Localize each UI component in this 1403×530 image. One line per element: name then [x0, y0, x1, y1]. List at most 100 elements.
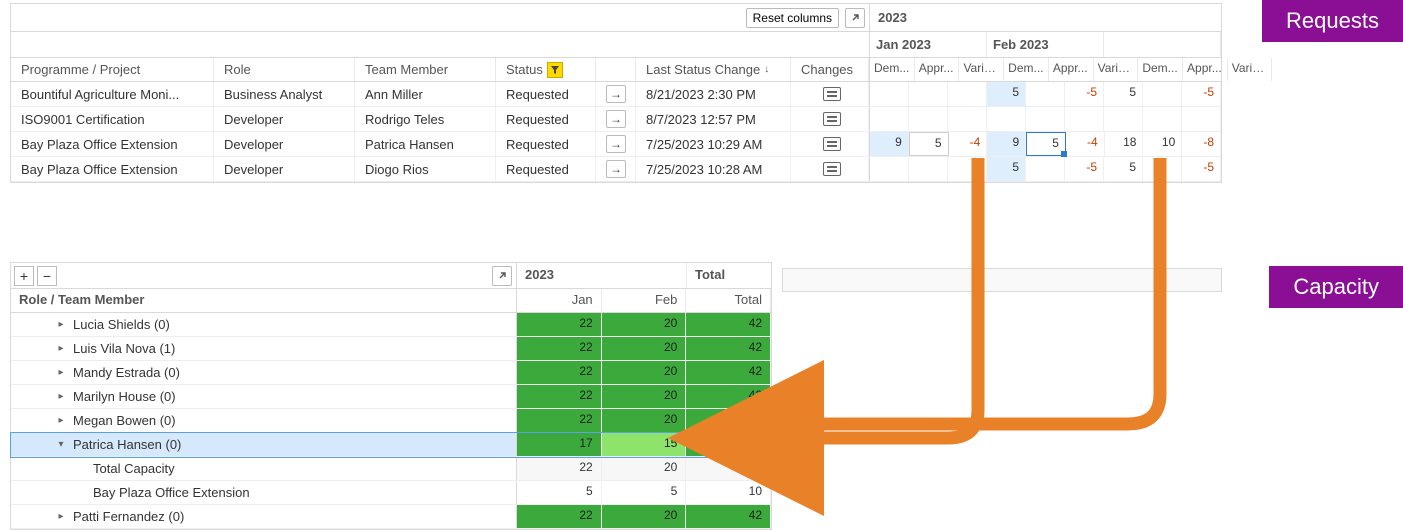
col-changes[interactable]: Changes	[791, 58, 869, 81]
col-programme[interactable]: Programme / Project	[11, 58, 214, 81]
value-subheader[interactable]: Appr...	[1183, 58, 1228, 81]
status-forward-button[interactable]: →	[606, 85, 626, 103]
chevron-right-icon[interactable]: ▸	[55, 391, 67, 402]
capacity-value[interactable]: 22	[517, 409, 602, 432]
capacity-row[interactable]: ▸Megan Bowen (0)222042	[11, 409, 771, 433]
status-forward-button[interactable]: →	[606, 135, 626, 153]
status-forward-button[interactable]: →	[606, 110, 626, 128]
value-cell[interactable]: 9	[987, 132, 1026, 156]
value-cell[interactable]: 18	[1105, 132, 1144, 156]
month-header[interactable]: Feb 2023	[987, 32, 1104, 57]
value-cell[interactable]	[1065, 107, 1104, 131]
capacity-value[interactable]: 32	[686, 433, 771, 456]
capacity-value[interactable]: 42	[686, 313, 771, 336]
value-cell[interactable]	[909, 82, 948, 106]
collapse-all-button[interactable]: −	[37, 266, 57, 286]
capacity-value[interactable]: 42	[686, 457, 771, 480]
value-cell[interactable]	[909, 157, 948, 181]
capacity-value[interactable]: 15	[602, 433, 687, 456]
chevron-right-icon[interactable]: ▸	[55, 415, 67, 426]
value-cell[interactable]: -5	[1065, 157, 1104, 181]
capacity-row[interactable]: ▸Marilyn House (0)222042	[11, 385, 771, 409]
capacity-row[interactable]: ▾Patrica Hansen (0)171532	[11, 433, 771, 457]
value-cell[interactable]: 5	[909, 132, 949, 156]
capacity-value[interactable]: 22	[517, 361, 602, 384]
capacity-row[interactable]: ▸Mandy Estrada (0)222042	[11, 361, 771, 385]
value-cell[interactable]	[870, 82, 909, 106]
capacity-row[interactable]: ▸Patti Fernandez (0)222042	[11, 505, 771, 529]
value-cell[interactable]	[948, 107, 987, 131]
value-cell[interactable]	[1182, 107, 1221, 131]
comment-icon[interactable]	[823, 162, 841, 176]
chevron-right-icon[interactable]: ▸	[55, 511, 67, 522]
capacity-value[interactable]: 20	[602, 457, 687, 480]
value-cell[interactable]: 5	[987, 82, 1026, 106]
capacity-subheader[interactable]: Jan	[517, 289, 602, 312]
col-role[interactable]: Role	[214, 58, 355, 81]
table-row[interactable]: Bay Plaza Office ExtensionDeveloperPatri…	[11, 132, 1221, 157]
capacity-value[interactable]: 22	[517, 337, 602, 360]
value-subheader[interactable]: Appr...	[915, 58, 960, 81]
col-role-team-member[interactable]: Role / Team Member	[11, 289, 516, 312]
capacity-value[interactable]: 20	[602, 313, 687, 336]
comment-icon[interactable]	[823, 112, 841, 126]
capacity-value[interactable]: 20	[602, 505, 687, 528]
value-subheader[interactable]: Dem...	[1138, 58, 1183, 81]
capacity-value[interactable]: 20	[602, 409, 687, 432]
value-cell[interactable]: -5	[1065, 82, 1104, 106]
table-row[interactable]: Bountiful Agriculture Moni...Business An…	[11, 82, 1221, 107]
capacity-value[interactable]: 22	[517, 385, 602, 408]
expand-all-button[interactable]: +	[14, 266, 34, 286]
value-cell[interactable]	[1143, 157, 1182, 181]
capacity-value[interactable]: 42	[686, 385, 771, 408]
capacity-subheader[interactable]: Total	[686, 289, 771, 312]
status-forward-button[interactable]: →	[606, 160, 626, 178]
value-cell[interactable]: 9	[870, 132, 909, 156]
reset-columns-button[interactable]: Reset columns	[746, 8, 839, 28]
capacity-value[interactable]: 42	[686, 337, 771, 360]
value-subheader[interactable]: Dem...	[870, 58, 915, 81]
col-last-status-change[interactable]: Last Status Change ↓	[636, 58, 791, 81]
capacity-row[interactable]: Total Capacity222042	[11, 457, 771, 481]
value-cell[interactable]: 10	[1143, 132, 1182, 156]
chevron-right-icon[interactable]: ▸	[55, 367, 67, 378]
value-cell[interactable]: 5	[1104, 82, 1143, 106]
value-subheader[interactable]: Varia...	[959, 58, 1004, 81]
value-cell[interactable]: -5	[1182, 157, 1221, 181]
chevron-right-icon[interactable]: ▸	[55, 343, 67, 354]
value-cell[interactable]	[1104, 107, 1143, 131]
capacity-row[interactable]: ▸Luis Vila Nova (1)222042	[11, 337, 771, 361]
value-cell[interactable]: -8	[1182, 132, 1221, 156]
col-team-member[interactable]: Team Member	[355, 58, 496, 81]
value-cell[interactable]	[909, 107, 948, 131]
value-cell[interactable]	[870, 157, 909, 181]
capacity-value[interactable]: 10	[686, 481, 771, 504]
comment-icon[interactable]	[823, 137, 841, 151]
value-cell[interactable]	[1143, 82, 1182, 106]
capacity-value[interactable]: 42	[686, 505, 771, 528]
capacity-value[interactable]: 17	[517, 433, 602, 456]
chevron-down-icon[interactable]: ▾	[55, 439, 67, 450]
value-cell[interactable]	[948, 157, 987, 181]
value-cell[interactable]: 5	[987, 157, 1026, 181]
value-cell[interactable]: 5	[1104, 157, 1143, 181]
capacity-value[interactable]: 42	[686, 361, 771, 384]
value-cell[interactable]	[948, 82, 987, 106]
value-cell[interactable]: -5	[1182, 82, 1221, 106]
table-row[interactable]: Bay Plaza Office ExtensionDeveloperDiogo…	[11, 157, 1221, 182]
value-cell[interactable]: -4	[949, 132, 988, 156]
value-cell[interactable]	[1026, 107, 1065, 131]
value-subheader[interactable]: Dem...	[1004, 58, 1049, 81]
value-subheader[interactable]: Appr...	[1049, 58, 1094, 81]
value-cell[interactable]	[1026, 157, 1065, 181]
value-cell[interactable]	[987, 107, 1026, 131]
capacity-value[interactable]: 42	[686, 409, 771, 432]
popout-icon[interactable]	[845, 8, 865, 28]
col-status[interactable]: Status	[496, 58, 596, 81]
table-row[interactable]: ISO9001 CertificationDeveloperRodrigo Te…	[11, 107, 1221, 132]
value-subheader[interactable]: Varia...	[1094, 58, 1139, 81]
capacity-row[interactable]: Bay Plaza Office Extension5510	[11, 481, 771, 505]
value-cell[interactable]	[1026, 82, 1065, 106]
value-cell[interactable]	[1143, 107, 1182, 131]
capacity-value[interactable]: 5	[602, 481, 687, 504]
